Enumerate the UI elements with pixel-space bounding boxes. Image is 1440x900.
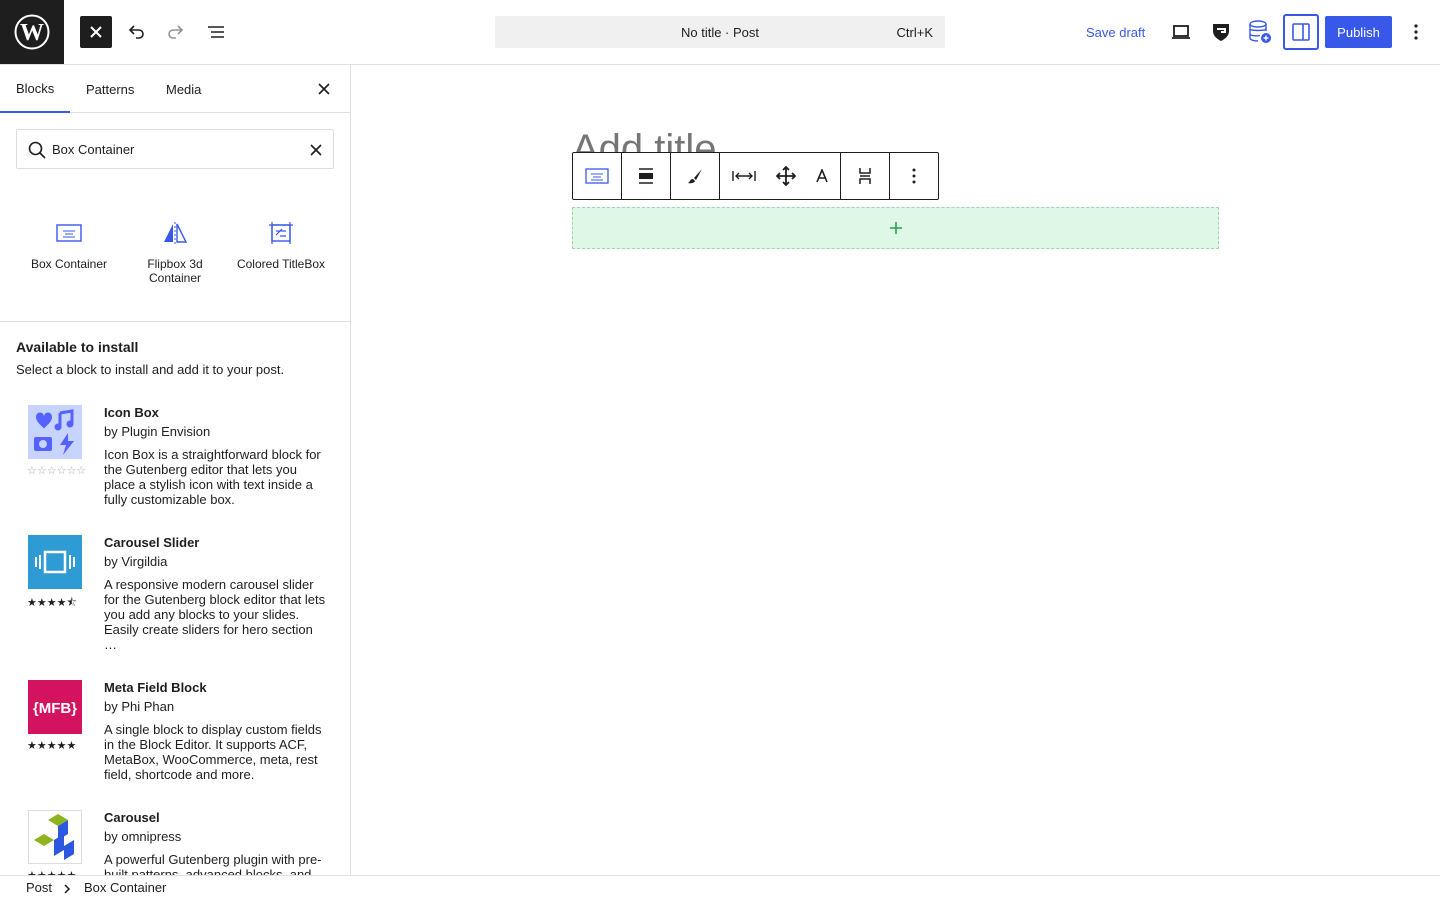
- close-icon: [90, 26, 102, 38]
- settings-button[interactable]: [1283, 14, 1319, 50]
- close-icon: [318, 83, 330, 95]
- font-a-icon: [816, 169, 828, 183]
- available-to-install-description: Select a block to install and add it to …: [16, 362, 285, 377]
- brush-icon: [688, 169, 702, 184]
- divider: [0, 321, 350, 322]
- sidebar-toggle-icon: [1292, 23, 1310, 41]
- plugin-name: Icon Box: [104, 405, 159, 420]
- command-shortcut: Ctrl+K: [896, 25, 933, 40]
- arrows-horizontal-icon: [732, 171, 756, 181]
- shield-g-icon: [1213, 24, 1229, 41]
- flipbox-icon: [161, 219, 189, 247]
- move-arrows-icon: [776, 166, 796, 186]
- more-vertical-icon: [1414, 24, 1418, 40]
- style-button[interactable]: [671, 153, 719, 199]
- undo-icon: [128, 25, 144, 39]
- gutenverse-button[interactable]: [1205, 16, 1237, 48]
- database-icon: [1249, 20, 1271, 43]
- publish-button[interactable]: Publish: [1325, 16, 1392, 48]
- document-overview-button[interactable]: [200, 16, 232, 48]
- close-icon: [310, 144, 322, 156]
- rating-stars: ☆☆☆☆☆☆: [27, 465, 87, 477]
- search-icon: [28, 141, 46, 159]
- plugin-description: A single block to display custom fields …: [104, 722, 322, 782]
- box-container-icon: [55, 219, 83, 247]
- rating-stars: ★★★★★: [27, 740, 77, 752]
- width-button[interactable]: [720, 153, 768, 199]
- box-container-icon: [585, 168, 609, 184]
- redo-button[interactable]: [160, 16, 192, 48]
- plugin-author: by Plugin Envision: [104, 424, 211, 439]
- plugin-name: Carousel: [104, 810, 160, 825]
- preview-button[interactable]: [1165, 16, 1197, 48]
- block-search: [16, 129, 334, 169]
- search-input[interactable]: [52, 130, 292, 168]
- available-to-install-heading: Available to install: [16, 339, 139, 355]
- plugin-author: by Phi Phan: [104, 699, 175, 714]
- block-result-colored-titlebox[interactable]: Colored TitleBox: [228, 201, 334, 271]
- align-button[interactable]: [622, 153, 670, 199]
- move-button[interactable]: [768, 153, 804, 199]
- document-title: No title · Post: [680, 24, 760, 40]
- options-menu-button[interactable]: [1400, 16, 1432, 48]
- chevron-right-icon: [64, 884, 71, 894]
- list-view-icon: [208, 26, 224, 38]
- save-draft-button[interactable]: Save draft: [1078, 16, 1153, 48]
- plugin-name: Carousel Slider: [104, 535, 200, 550]
- plugin-author: by omnipress: [104, 829, 182, 844]
- block-inserter-panel: Blocks Patterns Media Box Container Box …: [0, 65, 351, 875]
- colored-titlebox-icon: [267, 219, 295, 247]
- command-palette-bar[interactable]: No title · Post Ctrl+K: [495, 16, 945, 48]
- block-result-flipbox[interactable]: Flipbox 3d Container: [122, 201, 228, 285]
- block-result-label: Flipbox 3d Container: [147, 257, 203, 285]
- icon-box-logo-icon: [28, 405, 82, 459]
- more-vertical-icon: [912, 168, 916, 184]
- height-spacing-icon: [859, 168, 871, 184]
- svg-text:W: W: [20, 20, 44, 46]
- plugin-author: by Virgildia: [104, 554, 168, 569]
- plugin-description: Icon Box is a straightforward block for …: [104, 447, 321, 507]
- wordpress-logo-icon[interactable]: W: [0, 0, 64, 64]
- tab-patterns[interactable]: Patterns: [86, 65, 134, 113]
- carousel-slider-logo-icon: [28, 535, 82, 589]
- mfb-logo-text: {MFB}: [33, 700, 77, 717]
- inserter-tabs: Blocks Patterns Media: [0, 65, 350, 113]
- block-search-results: Box Container Flipbox 3d Container Color…: [0, 201, 350, 321]
- plugin-description: A responsive modern carousel slider for …: [104, 577, 326, 652]
- redo-icon: [168, 25, 184, 39]
- undo-button[interactable]: [120, 16, 152, 48]
- desktop-preview-icon: [1172, 25, 1190, 39]
- meta-field-block-logo-icon: {MFB}: [28, 680, 82, 734]
- breadcrumb: Post Box Container: [0, 875, 1440, 900]
- database-settings-button[interactable]: [1244, 16, 1276, 48]
- tab-blocks[interactable]: Blocks: [0, 65, 71, 113]
- plus-icon[interactable]: [889, 221, 903, 235]
- typography-button[interactable]: [804, 153, 840, 199]
- box-container-block[interactable]: [572, 207, 1219, 249]
- carousel-logo-icon: [28, 810, 82, 864]
- plugin-name: Meta Field Block: [104, 680, 207, 695]
- align-wide-icon: [639, 168, 653, 184]
- rating-stars: ★★★★⯪: [27, 597, 77, 609]
- block-result-label: Colored TitleBox: [236, 257, 326, 271]
- breadcrumb-post[interactable]: Post: [26, 880, 52, 895]
- block-toolbar: [572, 152, 939, 200]
- block-result-label: Box Container: [30, 257, 108, 271]
- breadcrumb-box-container[interactable]: Box Container: [84, 880, 166, 895]
- editor-canvas: Add title: [351, 65, 1440, 875]
- editor-header: W No title · Post Ctrl+K Save draft Publ…: [0, 0, 1440, 65]
- plugin-description: A powerful Gutenberg plugin with pre-bui…: [104, 852, 322, 875]
- block-result-box-container[interactable]: Box Container: [16, 201, 122, 271]
- block-type-button[interactable]: [573, 153, 621, 199]
- clear-search-button[interactable]: [304, 138, 328, 162]
- spacing-button[interactable]: [841, 153, 889, 199]
- block-options-button[interactable]: [890, 153, 938, 199]
- close-inserter-panel-button[interactable]: [312, 77, 336, 101]
- close-inserter-button[interactable]: [80, 16, 112, 48]
- tab-media[interactable]: Media: [166, 65, 201, 113]
